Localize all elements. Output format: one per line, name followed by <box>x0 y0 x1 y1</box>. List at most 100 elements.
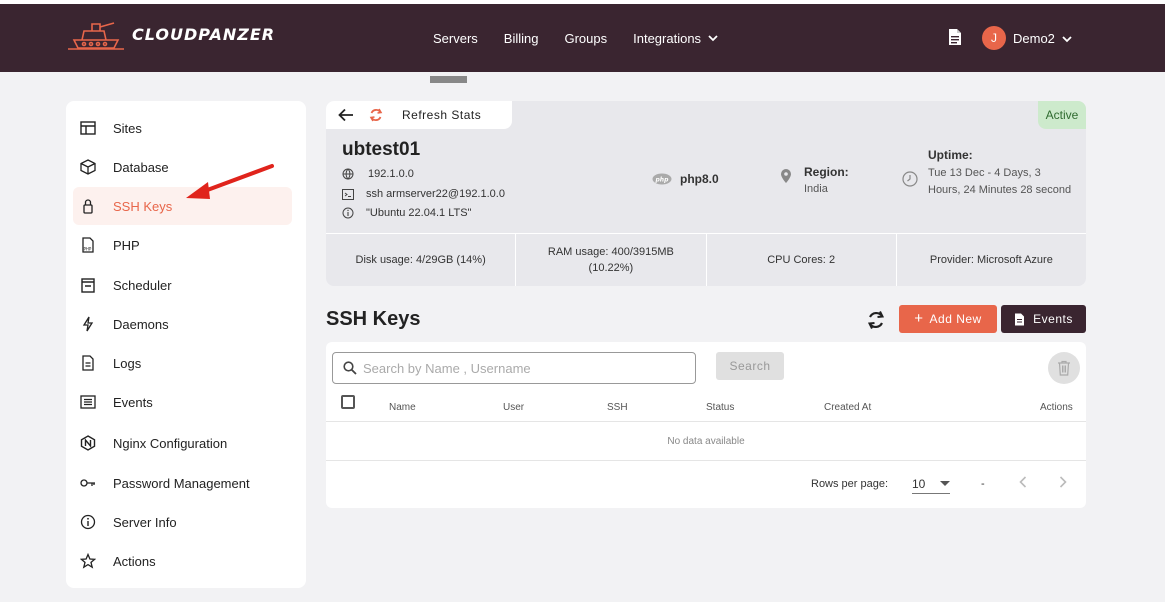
ram-usage: RAM usage: 400/3915MB (10.22%) <box>516 234 707 286</box>
column-status[interactable]: Status <box>706 402 734 413</box>
region-label: Region: <box>804 165 849 179</box>
location-pin-icon <box>781 169 791 183</box>
sidebar-item-scheduler[interactable]: Scheduler <box>73 266 292 304</box>
server-ssh-row: ssh armserver22@192.1.0.0 <box>342 188 505 200</box>
nav-billing[interactable]: Billing <box>504 31 539 46</box>
lock-icon <box>79 197 97 215</box>
refresh-icon[interactable] <box>368 107 384 123</box>
globe-icon <box>342 168 356 180</box>
document-icon <box>1015 313 1025 325</box>
tank-logo-icon <box>68 22 124 50</box>
logo-text: CLOUDPANZER <box>132 24 276 44</box>
cube-icon <box>79 158 97 176</box>
sidebar-item-sites[interactable]: Sites <box>73 109 292 147</box>
region-value: India <box>804 183 828 195</box>
pagination: Rows per page: 10 - <box>326 461 1086 508</box>
empty-state: No data available <box>326 422 1086 461</box>
search-field[interactable] <box>332 352 696 384</box>
main-nav: Servers Billing Groups Integrations <box>433 4 745 72</box>
events-button[interactable]: Events <box>1001 305 1086 333</box>
refresh-stats-button[interactable]: Refresh Stats <box>402 108 481 122</box>
tiny-tag <box>430 76 467 83</box>
chevron-down-icon <box>1062 35 1072 42</box>
chevron-down-icon <box>708 35 718 42</box>
sidebar-item-password[interactable]: Password Management <box>73 464 292 502</box>
uptime-value: Tue 13 Dec - 4 Days, 3 Hours, 24 Minutes… <box>928 167 1072 196</box>
search-input[interactable] <box>363 360 683 376</box>
server-os: "Ubuntu 22.04.1 LTS" <box>366 207 472 219</box>
sidebar-item-daemons[interactable]: Daemons <box>73 305 292 343</box>
rows-per-page-label: Rows per page: <box>811 478 889 490</box>
info-icon <box>79 513 97 531</box>
file-icon <box>79 354 97 372</box>
list-icon <box>79 393 97 411</box>
disk-usage: Disk usage: 4/29GB (14%) <box>326 234 517 286</box>
sidebar-item-events[interactable]: Events <box>73 383 292 421</box>
column-created-at[interactable]: Created At <box>824 402 871 413</box>
info-icon <box>342 207 356 219</box>
status-badge: Active <box>1038 101 1086 129</box>
key-icon <box>79 474 97 492</box>
column-user[interactable]: User <box>503 402 524 413</box>
chevron-right-icon[interactable] <box>1059 475 1067 491</box>
php-logo-icon: php <box>652 173 672 185</box>
sidebar-item-actions[interactable]: Actions <box>73 542 292 580</box>
app-header: CLOUDPANZER Servers Billing Groups Integ… <box>0 4 1165 72</box>
column-name[interactable]: Name <box>389 402 416 413</box>
logo[interactable]: CLOUDPANZER <box>66 16 275 52</box>
sidebar-item-server-info[interactable]: Server Info <box>73 503 292 541</box>
search-icon <box>343 361 357 375</box>
server-card: Refresh Stats Active ubtest01 192.1.0.0 … <box>326 101 1086 286</box>
page-range: - <box>981 478 985 490</box>
table-header: Name User SSH Status Created At Actions <box>326 390 1086 422</box>
nav-groups[interactable]: Groups <box>564 31 607 46</box>
add-new-button[interactable]: + Add New <box>899 305 997 333</box>
terminal-icon <box>342 188 356 200</box>
uptime-info: Uptime: Tue 13 Dec - 4 Days, 3 Hours, 24… <box>902 147 1073 199</box>
nav-servers[interactable]: Servers <box>433 31 478 46</box>
sidebar-item-logs[interactable]: Logs <box>73 344 292 382</box>
provider: Provider: Microsoft Azure <box>929 254 1053 266</box>
user-menu[interactable]: Demo2 <box>1013 31 1073 46</box>
server-stats-row: Disk usage: 4/29GB (14%) RAM usage: 400/… <box>326 233 1086 286</box>
column-ssh[interactable]: SSH <box>607 402 628 413</box>
server-name: ubtest01 <box>342 139 421 160</box>
uptime-label: Uptime: <box>928 148 973 162</box>
cpu-cores: CPU Cores: 2 <box>707 234 897 286</box>
php-version: php php8.0 <box>652 172 719 186</box>
php-file-icon: PHP <box>79 236 97 254</box>
document-icon[interactable] <box>947 28 963 46</box>
layout-icon <box>79 119 97 137</box>
star-icon <box>79 552 97 570</box>
server-ssh-command: ssh armserver22@192.1.0.0 <box>366 188 505 200</box>
calendar-icon <box>79 276 97 294</box>
nav-integrations[interactable]: Integrations <box>633 31 719 46</box>
back-arrow-icon[interactable] <box>338 108 354 122</box>
bolt-icon <box>79 315 97 333</box>
page-title: SSH Keys <box>326 308 421 330</box>
server-ip-row: 192.1.0.0 <box>342 168 414 180</box>
rows-per-page-select[interactable]: 10 <box>912 474 950 494</box>
sidebar-item-nginx[interactable]: Nginx Configuration <box>73 424 292 462</box>
delete-button[interactable] <box>1048 352 1080 384</box>
server-ip: 192.1.0.0 <box>368 168 414 180</box>
region-info: Region: India <box>780 164 849 197</box>
clock-icon <box>902 171 918 187</box>
column-actions: Actions <box>1040 402 1073 413</box>
ssh-keys-table: Search Name User SSH Status Created At A… <box>326 342 1086 508</box>
red-arrow-annotation <box>186 164 274 199</box>
select-all-checkbox[interactable] <box>341 395 355 409</box>
search-button[interactable]: Search <box>716 352 784 380</box>
server-os-row: "Ubuntu 22.04.1 LTS" <box>342 207 471 219</box>
svg-text:php: php <box>655 177 670 184</box>
card-toolbar: Refresh Stats <box>326 101 512 129</box>
sidebar-item-php[interactable]: PHP PHP <box>73 226 292 264</box>
caret-down-icon <box>940 480 950 486</box>
nginx-icon <box>79 434 97 452</box>
chevron-left-icon[interactable] <box>1019 475 1027 491</box>
sync-icon[interactable] <box>865 309 887 331</box>
avatar[interactable]: J <box>982 26 1006 50</box>
plus-icon: + <box>914 310 924 327</box>
trash-icon <box>1058 360 1070 376</box>
svg-text:PHP: PHP <box>84 247 92 252</box>
